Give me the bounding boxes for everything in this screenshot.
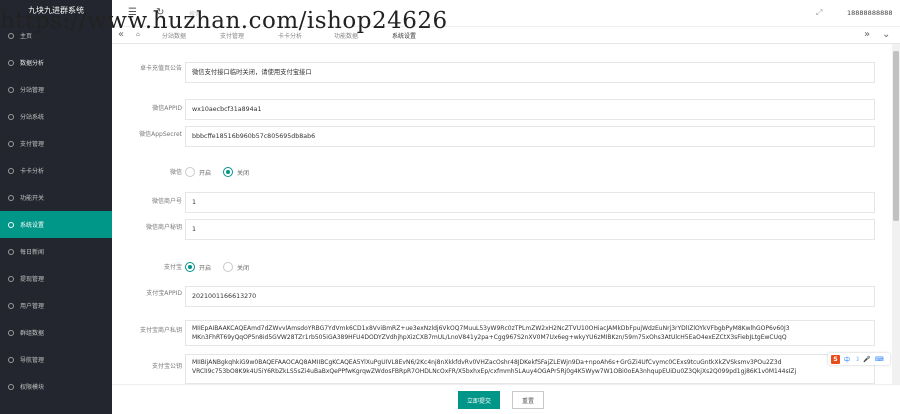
microphone-icon[interactable]: 🎤: [863, 356, 870, 363]
sidebar-item-label: 权限模块: [20, 384, 45, 391]
sidebar-item-label: 系统设置: [20, 222, 45, 229]
radio-option[interactable]: 关闭: [223, 167, 249, 177]
sidebar-item[interactable]: 系统设置: [0, 211, 112, 238]
form-label: 微信商户号: [151, 198, 182, 205]
textarea-line: MIIEpAIBAAKCAQEAmd7dZWvvlAmsdoYRBG7YdVmk…: [192, 325, 790, 332]
textarea-line: MKn3FhRT69yQqOP5n8id5GVW28TZr1rb505iGA38…: [192, 334, 787, 341]
wechat-switch-radios: 开启 关闭: [185, 165, 249, 179]
sidebar-item-label: 支付管理: [20, 141, 45, 148]
menu-item-icon: [8, 194, 14, 201]
sidebar: 九块九进群系统 主页 数据分析 分站管理 分站系统 支付管理 卡卡分析 功能开关 系统设置 每日…: [0, 0, 112, 414]
alipay-public-key-textarea[interactable]: MIIBIjANBgkqhkiG9w0BAQEFAAOCAQ8AMIIBCgKC…: [185, 354, 875, 384]
moon-icon[interactable]: ☽: [854, 356, 859, 363]
settings-form: 卓卡充值页公告 微信支付接口临时关闭，请使用支付宝接口 微信APPID wx10…: [112, 44, 892, 384]
radio-circle-icon: [223, 167, 234, 177]
form-footer: 立即提交 重置: [112, 384, 900, 414]
menu-item-icon: [8, 329, 14, 336]
sidebar-item[interactable]: 群组数据: [0, 319, 112, 346]
page-scrollbar[interactable]: [892, 44, 900, 384]
form-label: 支付宝APPID: [146, 290, 182, 297]
sidebar-item-label: 功能开关: [20, 195, 45, 202]
sidebar-item[interactable]: 分站管理: [0, 76, 112, 103]
ime-toolbar[interactable]: S 中 ☽ 🎤 ⌨: [828, 353, 890, 365]
keyboard-icon[interactable]: ⌨: [875, 356, 884, 363]
textarea-line: MIIBIjANBgkqhkiG9w0BAQEFAAOCAQ8AMIIBCgKC…: [192, 359, 782, 366]
radio-option[interactable]: 开启: [185, 167, 211, 177]
menu-item-icon: [8, 302, 14, 309]
textarea-line: VRClI9c753bO8K9k4U5iY6RbZkLS5sZi4uBaBxQe…: [192, 368, 797, 375]
sidebar-item-label: 导航管理: [20, 357, 45, 364]
sidebar-item[interactable]: 功能开关: [0, 184, 112, 211]
form-label: 支付宝公钥: [151, 363, 182, 370]
alipay-switch-radios: 开启 关闭: [185, 260, 249, 274]
sidebar-item-label: 分站系统: [20, 114, 45, 121]
radio-label: 开启: [199, 264, 212, 272]
sidebar-item-label: 提现管理: [20, 276, 45, 283]
sidebar-item-label: 每日新闻: [20, 249, 45, 256]
user-account[interactable]: 18888888888: [847, 9, 893, 17]
sidebar-item[interactable]: 数据分析: [0, 49, 112, 76]
radio-label: 开启: [199, 169, 212, 177]
fullscreen-icon[interactable]: ⤢: [816, 8, 822, 18]
sidebar-item[interactable]: 用户管理: [0, 292, 112, 319]
sidebar-item[interactable]: 分站系统: [0, 103, 112, 130]
radio-option[interactable]: 关闭: [223, 262, 249, 272]
sidebar-item-label: 数据分析: [20, 60, 45, 67]
form-label: 微信APPID: [152, 105, 182, 112]
merchant-key-input[interactable]: 1: [185, 219, 875, 240]
form-label: 微信AppSecret: [139, 131, 182, 138]
radio-option[interactable]: 开启: [185, 262, 211, 272]
tabs-dropdown-icon[interactable]: ⌄: [882, 29, 890, 40]
submit-button[interactable]: 立即提交: [458, 391, 500, 409]
notice-input[interactable]: 微信支付接口临时关闭，请使用支付宝接口: [185, 62, 875, 83]
radio-circle-icon: [185, 167, 195, 177]
tabs-right-arrow-icon[interactable]: »: [864, 29, 870, 40]
merchant-id-input[interactable]: 1: [185, 192, 875, 213]
reset-button[interactable]: 重置: [512, 391, 544, 409]
menu-item-icon: [8, 356, 14, 363]
menu-item-icon: [8, 113, 14, 120]
sidebar-item-label: 群组数据: [20, 330, 45, 337]
form-label: 微信商户秘钥: [145, 224, 182, 231]
menu-item-icon: [8, 140, 14, 147]
sidebar-item-label: 用户管理: [20, 303, 45, 310]
form-label: 卓卡充值页公告: [139, 65, 182, 72]
sidebar-item-label: 分站管理: [20, 87, 45, 94]
sidebar-item-label: 卡卡分析: [20, 168, 45, 175]
sidebar-item[interactable]: 权限模块: [0, 373, 112, 400]
menu-item-icon: [8, 383, 14, 390]
menu-item-icon: [8, 221, 14, 228]
menu-item-icon: [8, 167, 14, 174]
form-label: 支付宝商户私钥: [139, 327, 182, 334]
radio-circle-icon: [185, 262, 195, 272]
ime-logo-icon: S: [831, 354, 840, 364]
form-label: 支付宝: [163, 264, 182, 271]
menu-item-icon: [8, 86, 14, 93]
sidebar-item[interactable]: 每日新闻: [0, 238, 112, 265]
wechat-secret-input[interactable]: bbbcffe18516b960b57c805695db8ab6: [185, 126, 875, 147]
radio-label: 关闭: [237, 169, 250, 177]
radio-label: 关闭: [237, 264, 250, 272]
scrollbar-thumb[interactable]: [893, 51, 899, 221]
radio-circle-icon: [223, 262, 234, 272]
menu-item-icon: [8, 248, 14, 255]
wechat-appid-input[interactable]: wx10aecbcf31a894a1: [185, 99, 875, 120]
alipay-private-key-textarea[interactable]: MIIEpAIBAAKCAQEAmd7dZWvvlAmsdoYRBG7YdVmk…: [185, 320, 875, 346]
sidebar-item[interactable]: 导航管理: [0, 346, 112, 373]
menu-item-icon: [8, 275, 14, 282]
alipay-appid-input[interactable]: 2021001166613270: [185, 286, 875, 307]
sidebar-menu: 主页 数据分析 分站管理 分站系统 支付管理 卡卡分析 功能开关 系统设置 每日新闻 提现管理 用户…: [0, 22, 112, 400]
sidebar-item[interactable]: 支付管理: [0, 130, 112, 157]
ime-mode[interactable]: 中: [844, 355, 850, 364]
form-label: 微信: [169, 169, 182, 176]
sidebar-item[interactable]: 卡卡分析: [0, 157, 112, 184]
sidebar-item[interactable]: 提现管理: [0, 265, 112, 292]
menu-item-icon: [8, 59, 14, 66]
watermark-text: https://www.huzhan.com/ishop24626: [0, 8, 448, 34]
